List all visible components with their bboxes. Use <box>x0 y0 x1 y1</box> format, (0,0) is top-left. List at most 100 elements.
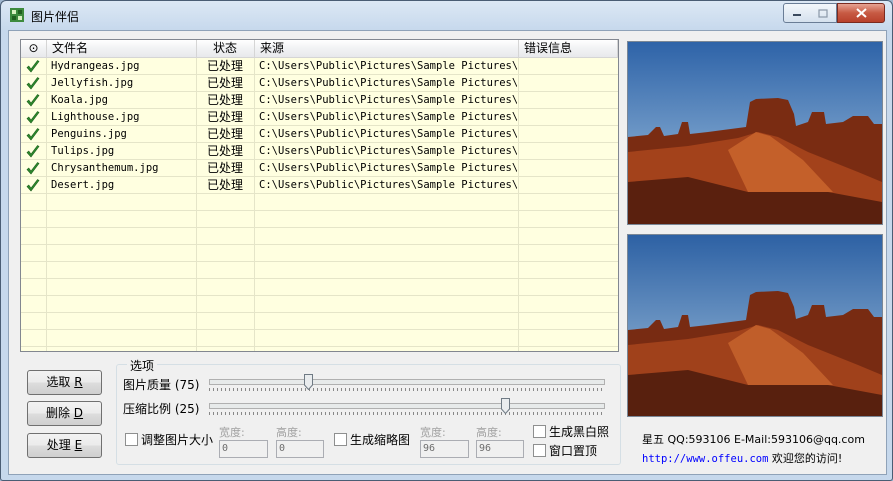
error-cell <box>523 160 617 177</box>
check-icon <box>26 162 40 175</box>
topmost-checkbox[interactable] <box>533 444 546 457</box>
blackwhite-label: 生成黑白照 <box>549 425 610 439</box>
table-row[interactable]: Desert.jpg 已处理 C:\Users\Public\Pictures\Sa… <box>21 177 618 194</box>
ratio-label: 压缩比例 (25) <box>123 402 200 416</box>
col-filename-header[interactable]: 文件名 <box>47 40 197 57</box>
error-cell <box>523 75 617 92</box>
list-header: ⊙ 文件名 状态 来源 错误信息 <box>21 40 618 58</box>
file-name-cell: Koala.jpg <box>51 94 108 106</box>
source-cell: C:\Users\Public\Pictures\Sample Pictures… <box>259 94 517 106</box>
table-row[interactable]: Koala.jpg 已处理 C:\Users\Public\Pictures\Sam… <box>21 92 618 109</box>
source-cell: C:\Users\Public\Pictures\Sample Pictures… <box>259 145 517 157</box>
table-row[interactable]: Chrysanthemum.jpg 已处理 C:\Users\Public\Pict… <box>21 160 618 177</box>
check-icon <box>26 60 40 73</box>
quality-slider-track[interactable] <box>209 379 605 385</box>
window-title: 图片伴侣 <box>31 10 80 24</box>
error-cell <box>523 177 617 194</box>
thumbnail-label: 生成缩略图 <box>350 433 411 447</box>
ratio-slider-thumb[interactable] <box>500 398 510 414</box>
close-icon <box>855 8 867 18</box>
thumb-width-input[interactable]: 96 <box>420 440 469 458</box>
minimize-button[interactable] <box>783 3 811 23</box>
resize-height-input[interactable]: 0 <box>276 440 324 458</box>
source-cell: C:\Users\Public\Pictures\Sample Pictures… <box>259 111 517 123</box>
file-name-cell: Penguins.jpg <box>51 128 127 140</box>
author-info: 星五 QQ:593106 E-Mail:593106@qq.com <box>642 433 865 446</box>
resize-width-input[interactable]: 0 <box>219 440 268 458</box>
check-icon <box>26 94 40 107</box>
minimize-icon <box>793 14 801 16</box>
status-cell: 已处理 <box>207 93 244 107</box>
file-name-cell: Hydrangeas.jpg <box>51 60 140 72</box>
col-status-header[interactable]: 状态 <box>197 40 255 57</box>
check-icon <box>26 77 40 90</box>
thumbnail-checkbox[interactable] <box>334 433 347 446</box>
original-preview <box>627 41 883 225</box>
app-window: 图片伴侣 ⊙ 文件名 状态 来源 错误信息 Hydrangeas.jpg 已处理 C… <box>0 0 893 481</box>
resize-width-label: 宽度: <box>219 426 245 439</box>
table-row[interactable]: Lighthouse.jpg 已处理 C:\Users\Public\Picture… <box>21 109 618 126</box>
thumb-height-input[interactable]: 96 <box>476 440 524 458</box>
select-button[interactable]: 选取 R <box>27 370 102 395</box>
status-cell: 已处理 <box>207 76 244 90</box>
check-icon <box>26 179 40 192</box>
client-area: ⊙ 文件名 状态 来源 错误信息 Hydrangeas.jpg 已处理 C:\Use… <box>8 30 887 475</box>
resize-height-label: 高度: <box>276 426 302 439</box>
resize-checkbox[interactable] <box>125 433 138 446</box>
error-cell <box>523 109 617 126</box>
col-icon-header[interactable]: ⊙ <box>21 40 47 57</box>
ratio-slider-ticks <box>209 412 605 415</box>
topmost-label: 窗口置顶 <box>549 444 598 458</box>
source-cell: C:\Users\Public\Pictures\Sample Pictures… <box>259 179 517 191</box>
source-cell: C:\Users\Public\Pictures\Sample Pictures… <box>259 60 517 72</box>
file-name-cell: Desert.jpg <box>51 179 115 191</box>
table-row[interactable]: Hydrangeas.jpg 已处理 C:\Users\Public\Picture… <box>21 58 618 75</box>
col-error-header[interactable]: 错误信息 <box>519 40 618 57</box>
options-group-label: 选项 <box>127 357 158 374</box>
source-cell: C:\Users\Public\Pictures\Sample Pictures… <box>259 77 517 89</box>
maximize-button[interactable] <box>810 3 837 23</box>
table-row[interactable]: Jellyfish.jpg 已处理 C:\Users\Public\Pictures… <box>21 75 618 92</box>
options-group: 选项 图片质量 (75) 压缩比例 (25) 调整图片大小 宽度: 0 高度: … <box>116 357 621 465</box>
app-icon <box>10 8 24 22</box>
process-button[interactable]: 处理 E <box>27 433 102 458</box>
error-cell <box>523 58 617 75</box>
quality-slider-thumb[interactable] <box>303 374 313 390</box>
delete-button[interactable]: 删除 D <box>27 401 102 426</box>
list-body: Hydrangeas.jpg 已处理 C:\Users\Public\Picture… <box>21 58 618 351</box>
status-cell: 已处理 <box>207 110 244 124</box>
check-icon <box>26 128 40 141</box>
status-cell: 已处理 <box>207 178 244 192</box>
ratio-slider-track[interactable] <box>209 403 605 409</box>
desert-image <box>628 42 882 224</box>
error-cell <box>523 126 617 143</box>
close-button[interactable] <box>837 3 885 23</box>
processed-preview <box>627 234 883 417</box>
error-cell <box>523 92 617 109</box>
welcome-text: 欢迎您的访问! <box>768 452 843 465</box>
status-cell: 已处理 <box>207 127 244 141</box>
resize-label: 调整图片大小 <box>141 433 214 447</box>
file-name-cell: Chrysanthemum.jpg <box>51 162 159 174</box>
table-row[interactable]: Penguins.jpg 已处理 C:\Users\Public\Pictures\… <box>21 126 618 143</box>
website-link[interactable]: http://www.offeu.com <box>642 453 768 465</box>
file-name-cell: Tulips.jpg <box>51 145 115 157</box>
table-row[interactable]: Tulips.jpg 已处理 C:\Users\Public\Pictures\Sa… <box>21 143 618 160</box>
check-icon <box>26 111 40 124</box>
blackwhite-checkbox[interactable] <box>533 425 546 438</box>
source-cell: C:\Users\Public\Pictures\Sample Pictures… <box>259 162 517 174</box>
thumb-height-label: 高度: <box>476 426 502 439</box>
website-line: http://www.offeu.com 欢迎您的访问! <box>642 450 842 466</box>
file-name-cell: Jellyfish.jpg <box>51 77 134 89</box>
maximize-icon <box>818 8 828 18</box>
error-cell <box>523 143 617 160</box>
title-bar[interactable]: 图片伴侣 <box>1 1 892 29</box>
check-icon <box>26 145 40 158</box>
col-source-header[interactable]: 来源 <box>255 40 519 57</box>
source-cell: C:\Users\Public\Pictures\Sample Pictures… <box>259 128 517 140</box>
desert-image-processed <box>628 235 882 416</box>
quality-label: 图片质量 (75) <box>123 378 200 392</box>
file-name-cell: Lighthouse.jpg <box>51 111 140 123</box>
quality-slider-ticks <box>209 388 605 391</box>
file-list[interactable]: ⊙ 文件名 状态 来源 错误信息 Hydrangeas.jpg 已处理 C:\Use… <box>20 39 619 352</box>
